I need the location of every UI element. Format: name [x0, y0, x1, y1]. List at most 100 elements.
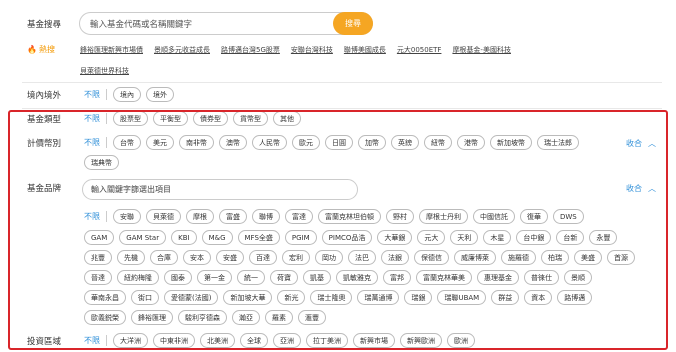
- brand-chip[interactable]: 街口: [131, 290, 159, 305]
- brand-chip[interactable]: 美盛: [574, 250, 602, 265]
- chip-option[interactable]: 人民幣: [252, 135, 287, 150]
- brand-chip[interactable]: 永豐: [589, 230, 618, 245]
- brand-chip[interactable]: 鋒裕匯理: [131, 310, 173, 325]
- chip-option[interactable]: 北美洲: [200, 333, 235, 348]
- brand-chip[interactable]: 台中銀: [516, 230, 552, 245]
- chip-option[interactable]: 瑞典幣: [84, 155, 119, 170]
- chip-option[interactable]: 南非幣: [179, 135, 214, 150]
- collapse-currency-button[interactable]: 收合 ︿: [626, 138, 656, 149]
- hot-link[interactable]: 摩根基金-美國科技: [452, 45, 511, 55]
- brand-chip[interactable]: 富邦: [383, 270, 411, 285]
- brand-chip[interactable]: 貝萊德: [146, 209, 181, 224]
- brand-chip[interactable]: 法巴: [348, 250, 376, 265]
- chip-option[interactable]: 歐洲: [447, 333, 475, 348]
- brand-chip[interactable]: 路博邁: [557, 290, 593, 305]
- chip-option[interactable]: 新加坡幣: [490, 135, 532, 150]
- chip-option[interactable]: 新興歐洲: [400, 333, 442, 348]
- brand-chip[interactable]: 駿利亨德森: [178, 310, 227, 325]
- unlimited-option[interactable]: 不限: [84, 113, 100, 124]
- chip-option[interactable]: 亞洲: [273, 333, 301, 348]
- brand-chip[interactable]: 愛德蒙(法國): [164, 290, 219, 305]
- brand-chip[interactable]: 瑞聯UBAM: [437, 290, 487, 305]
- brand-chip[interactable]: 聯博: [252, 209, 280, 224]
- brand-chip[interactable]: 國泰: [164, 270, 192, 285]
- fund-search-input[interactable]: 輸入基金代碼或名稱關鍵字: [79, 12, 373, 35]
- chip-option[interactable]: 日圓: [325, 135, 353, 150]
- brand-chip[interactable]: DWS: [553, 209, 584, 224]
- brand-chip[interactable]: 合庫: [150, 250, 178, 265]
- brand-chip[interactable]: 瑞萬通博: [357, 290, 400, 305]
- brand-chip[interactable]: GAM: [84, 230, 115, 245]
- brand-chip[interactable]: 晉達: [84, 270, 112, 285]
- brand-chip[interactable]: 先機: [117, 250, 145, 265]
- chip-option[interactable]: 境外: [146, 87, 174, 102]
- chip-option[interactable]: 債券型: [193, 111, 228, 126]
- hot-link[interactable]: 景順多元收益成長: [154, 45, 210, 55]
- brand-chip[interactable]: 富盛: [219, 209, 247, 224]
- hot-link[interactable]: 聯博美國成長: [344, 45, 386, 55]
- chip-option[interactable]: 美元: [146, 135, 174, 150]
- chip-option[interactable]: 大洋洲: [113, 333, 148, 348]
- brand-chip[interactable]: 首源: [607, 250, 635, 265]
- search-button[interactable]: 搜尋: [333, 12, 373, 35]
- brand-chip[interactable]: KBI: [171, 230, 197, 245]
- brand-chip[interactable]: 法銀: [381, 250, 409, 265]
- chip-option[interactable]: 港幣: [457, 135, 485, 150]
- chip-option[interactable]: 新興市場: [353, 333, 395, 348]
- hot-link[interactable]: 鋒裕匯理新興市場債: [80, 45, 143, 55]
- brand-chip[interactable]: 統一: [237, 270, 265, 285]
- brand-chip[interactable]: 瑞士隆奧: [310, 290, 353, 305]
- brand-filter-input[interactable]: 輸入關鍵字篩選出項目: [82, 179, 358, 200]
- brand-chip[interactable]: 大華銀: [377, 230, 413, 245]
- brand-chip[interactable]: 復華: [520, 209, 548, 224]
- chip-option[interactable]: 全球: [240, 333, 268, 348]
- chip-option[interactable]: 境內: [113, 87, 141, 102]
- brand-chip[interactable]: 岡功: [315, 250, 343, 265]
- chip-option[interactable]: 台幣: [113, 135, 141, 150]
- chip-option[interactable]: 加幣: [358, 135, 386, 150]
- brand-chip[interactable]: 宏利: [282, 250, 310, 265]
- brand-chip[interactable]: 百達: [249, 250, 277, 265]
- brand-chip[interactable]: 荷寶: [270, 270, 298, 285]
- brand-chip[interactable]: 安盛: [216, 250, 244, 265]
- brand-chip[interactable]: 群益: [491, 290, 520, 305]
- brand-chip[interactable]: 凱敏雅克: [336, 270, 378, 285]
- brand-chip[interactable]: M&G: [201, 230, 233, 245]
- brand-chip[interactable]: 惠理基金: [477, 270, 519, 285]
- brand-chip[interactable]: 新光: [277, 290, 306, 305]
- chip-option[interactable]: 歐元: [292, 135, 320, 150]
- chip-option[interactable]: 貨幣型: [233, 111, 268, 126]
- brand-chip[interactable]: 普徠仕: [524, 270, 559, 285]
- brand-chip[interactable]: 威廉博萊: [454, 250, 496, 265]
- brand-chip[interactable]: 兆豐: [84, 250, 112, 265]
- brand-chip[interactable]: PIMCO品浩: [321, 230, 373, 245]
- chip-option[interactable]: 英鎊: [391, 135, 419, 150]
- brand-chip[interactable]: 資本: [524, 290, 553, 305]
- hot-link[interactable]: 貝萊德世界科技: [80, 67, 129, 75]
- brand-chip[interactable]: 瀚亞: [232, 310, 260, 325]
- chip-option[interactable]: 中東非洲: [153, 333, 195, 348]
- hot-link[interactable]: 元大0050ETF: [397, 45, 442, 55]
- brand-chip[interactable]: 第一金: [197, 270, 232, 285]
- brand-chip[interactable]: 木星: [483, 230, 512, 245]
- brand-chip[interactable]: 摩根: [186, 209, 214, 224]
- hot-link[interactable]: 路博邁台灣5G股票: [221, 45, 280, 55]
- brand-chip[interactable]: 天利: [450, 230, 479, 245]
- brand-chip[interactable]: 台新: [556, 230, 585, 245]
- chip-option[interactable]: 拉丁美洲: [306, 333, 348, 348]
- brand-chip[interactable]: 中國信託: [473, 209, 515, 224]
- brand-chip[interactable]: 富蘭克林坦伯頓: [318, 209, 381, 224]
- unlimited-option[interactable]: 不限: [84, 89, 100, 100]
- brand-chip[interactable]: 柏瑞: [541, 250, 569, 265]
- brand-chip[interactable]: 安聯: [113, 209, 141, 224]
- brand-chip[interactable]: 安本: [183, 250, 211, 265]
- brand-chip[interactable]: 富達: [285, 209, 313, 224]
- chip-option[interactable]: 平衡型: [153, 111, 188, 126]
- hot-link[interactable]: 安聯台灣科技: [291, 45, 333, 55]
- brand-chip[interactable]: PGIM: [284, 230, 317, 245]
- brand-chip[interactable]: 歐義鋭榮: [84, 310, 126, 325]
- unlimited-option[interactable]: 不限: [84, 211, 100, 222]
- brand-chip[interactable]: 瑞銀: [404, 290, 433, 305]
- chip-option[interactable]: 其他: [273, 111, 301, 126]
- brand-chip[interactable]: 新加坡大華: [223, 290, 273, 305]
